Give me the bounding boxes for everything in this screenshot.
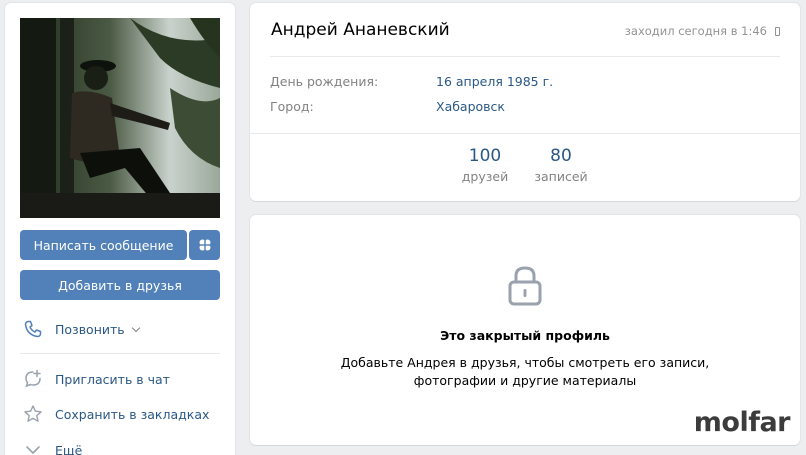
send-gift-button[interactable] bbox=[189, 230, 220, 260]
posts-count: 80 bbox=[550, 146, 572, 166]
info-divider bbox=[270, 56, 780, 57]
more-label: Ещё bbox=[55, 442, 83, 455]
star-icon bbox=[24, 405, 42, 422]
city-label: Город: bbox=[270, 99, 314, 114]
profile-info-card: Андрей Ананевский заходил сегодня в 1:46… bbox=[250, 3, 800, 201]
gift-icon bbox=[198, 239, 211, 251]
closed-profile-text: Добавьте Андрея в друзья, чтобы смотреть… bbox=[250, 354, 800, 390]
chat-add-icon bbox=[25, 369, 41, 388]
closed-profile-text-line1: Добавьте Андрея в друзья, чтобы смотреть… bbox=[340, 355, 710, 370]
phone-icon bbox=[24, 320, 42, 338]
more-action[interactable]: Ещё bbox=[23, 440, 82, 455]
profile-photo-image bbox=[20, 18, 220, 218]
closed-profile-title: Это закрытый профиль bbox=[440, 328, 610, 343]
chevron-down-icon bbox=[131, 323, 140, 332]
friends-count: 100 bbox=[468, 146, 502, 166]
sidebar-divider bbox=[20, 353, 220, 354]
online-status: заходил сегодня в 1:46 bbox=[625, 24, 780, 38]
lock-icon bbox=[508, 266, 542, 306]
page-title: Андрей Ананевский bbox=[271, 20, 450, 40]
counters-divider bbox=[250, 133, 800, 134]
posts-counter[interactable]: 80 записей bbox=[534, 146, 588, 184]
chevron-down-icon bbox=[26, 446, 40, 454]
save-bookmarks-label: Сохранить в закладках bbox=[55, 406, 210, 422]
add-friend-button-label: Добавить в друзья bbox=[58, 277, 182, 293]
birthday-label: День рождения: bbox=[270, 74, 379, 89]
profile-sidebar: Написать сообщение Добавить в друзья Поз… bbox=[5, 3, 235, 455]
closed-profile-card: Это закрытый профиль Добавьте Андрея в д… bbox=[250, 215, 800, 445]
posts-label: записей bbox=[534, 169, 588, 184]
send-message-button[interactable]: Написать сообщение bbox=[20, 230, 187, 260]
call-label: Позвонить bbox=[55, 321, 125, 337]
add-friend-button[interactable]: Добавить в друзья bbox=[20, 270, 220, 300]
watermark: molfar bbox=[693, 407, 791, 438]
call-action[interactable]: Позвонить bbox=[23, 319, 140, 339]
city-link[interactable]: Хабаровск bbox=[436, 99, 505, 114]
birthday-link[interactable]: 16 апреля 1985 г. bbox=[436, 74, 553, 89]
send-message-button-label: Написать сообщение bbox=[33, 237, 174, 253]
save-bookmarks-action[interactable]: Сохранить в закладках bbox=[23, 404, 209, 424]
invite-chat-label: Пригласить в чат bbox=[55, 371, 170, 387]
profile-photo[interactable] bbox=[20, 18, 220, 218]
invite-chat-action[interactable]: Пригласить в чат bbox=[23, 369, 170, 389]
mobile-icon bbox=[775, 26, 780, 36]
friends-counter[interactable]: 100 друзей bbox=[460, 146, 510, 184]
closed-profile-text-line2: фотографии и другие материалы bbox=[413, 373, 637, 388]
friends-label: друзей bbox=[461, 169, 509, 184]
online-status-text: заходил сегодня в 1:46 bbox=[624, 24, 767, 38]
